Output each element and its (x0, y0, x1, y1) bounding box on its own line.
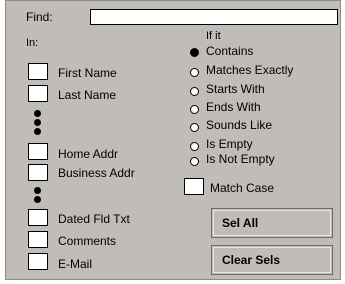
comments-checkbox[interactable] (28, 231, 48, 248)
business-addr-checkbox[interactable] (28, 164, 48, 181)
is-not-empty-radio[interactable] (190, 157, 199, 166)
starts-with-label: Starts With (206, 82, 265, 96)
match-case-checkbox[interactable] (184, 178, 204, 195)
ends-with-label: Ends With (206, 100, 261, 114)
email-checkbox[interactable] (28, 253, 48, 270)
last-name-label: Last Name (58, 88, 117, 102)
ellipsis-dot-3 (34, 128, 41, 135)
first-name-checkbox[interactable] (28, 63, 48, 80)
find-panel: Find: In: First Name Last Name Home Addr… (5, 0, 341, 280)
match-case-label: Match Case (210, 181, 275, 195)
find-input[interactable] (90, 9, 338, 25)
sel-all-button[interactable]: Sel All (211, 208, 333, 238)
matches-exactly-label: Matches Exactly (206, 63, 294, 77)
email-label: E-Mail (58, 257, 93, 271)
in-label: In: (26, 37, 39, 49)
ends-with-radio[interactable] (190, 105, 199, 114)
ellipsis-dot-1 (34, 110, 41, 117)
ellipsis-dot-5 (34, 196, 41, 203)
find-label: Find: (26, 10, 53, 24)
is-empty-label: Is Empty (206, 137, 253, 151)
matches-exactly-radio[interactable] (190, 68, 199, 77)
if-it-label: If it (206, 30, 221, 42)
contains-radio[interactable] (190, 48, 199, 57)
comments-label: Comments (58, 234, 117, 248)
home-addr-checkbox[interactable] (28, 143, 48, 160)
is-empty-radio[interactable] (190, 142, 199, 151)
contains-label: Contains (206, 44, 254, 58)
last-name-checkbox[interactable] (28, 85, 48, 102)
dated-fld-txt-label: Dated Fld Txt (58, 212, 130, 226)
home-addr-label: Home Addr (58, 147, 119, 161)
ellipsis-dot-4 (34, 187, 41, 194)
ellipsis-dot-2 (34, 119, 41, 126)
first-name-label: First Name (58, 66, 117, 80)
is-not-empty-label: Is Not Empty (206, 152, 275, 166)
sounds-like-radio[interactable] (190, 123, 199, 132)
clear-sels-button[interactable]: Clear Sels (211, 245, 333, 275)
dated-fld-txt-checkbox[interactable] (28, 209, 48, 226)
sounds-like-label: Sounds Like (206, 118, 273, 132)
business-addr-label: Business Addr (58, 166, 135, 180)
starts-with-radio[interactable] (190, 87, 199, 96)
